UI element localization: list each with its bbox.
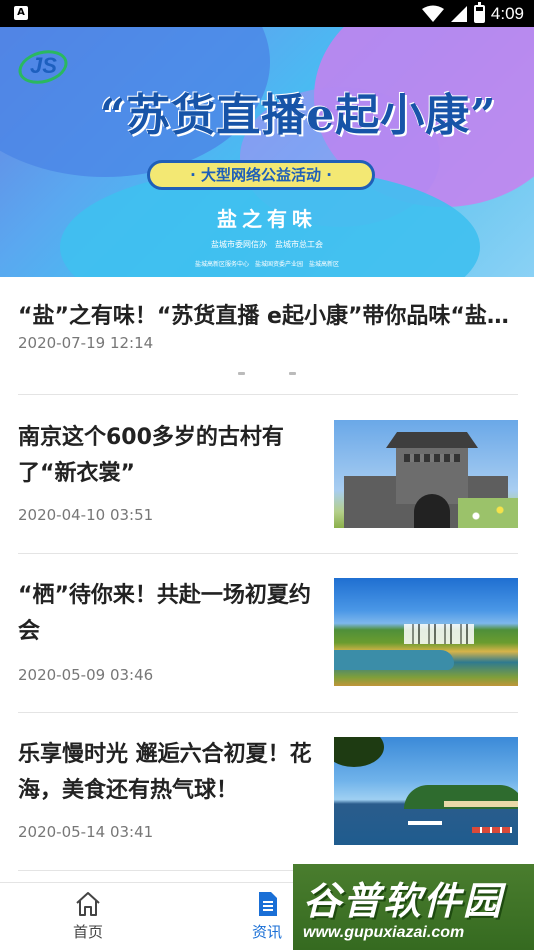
status-icons: 4:09 bbox=[421, 1, 524, 25]
news-item[interactable]: “栖”待你来！共赴一场初夏约会 2020-05-09 03:46 bbox=[18, 578, 518, 718]
banner-title: “苏货直播e起小康” bbox=[100, 90, 497, 141]
news-thumbnail bbox=[334, 737, 518, 845]
home-icon bbox=[76, 892, 100, 916]
news-time: 2020-04-10 03:51 bbox=[18, 506, 154, 524]
battery-icon bbox=[473, 1, 485, 23]
news-time: 2020-05-09 03:46 bbox=[18, 666, 154, 684]
status-time: 4:09 bbox=[490, 3, 524, 23]
divider bbox=[18, 553, 518, 554]
news-thumbnail bbox=[334, 420, 518, 528]
document-icon bbox=[259, 892, 277, 916]
notification-icon: A bbox=[14, 6, 28, 20]
divider bbox=[18, 712, 518, 713]
news-title: “栖”待你来！共赴一场初夏约会 bbox=[18, 583, 311, 644]
carousel-indicator bbox=[0, 372, 534, 375]
tab-home-label: 首页 bbox=[72, 923, 103, 941]
banner-carousel[interactable]: JS “苏货直播e起小康” · 大型网络公益活动 · 盐之有味 盐城市委网信办 … bbox=[0, 27, 534, 277]
banner-pill: · 大型网络公益活动 · bbox=[147, 160, 375, 190]
news-item[interactable]: 南京这个600多岁的古村有了“新衣裳” 2020-04-10 03:51 bbox=[18, 420, 518, 560]
wifi-icon bbox=[421, 5, 444, 22]
signal-icon bbox=[450, 5, 467, 22]
news-time: 2020-05-14 03:41 bbox=[18, 823, 154, 841]
carousel-dot[interactable] bbox=[238, 372, 245, 375]
featured-title[interactable]: “盐”之有味！“苏货直播 e起小康”带你品味“盐… bbox=[18, 298, 518, 330]
banner-sponsors: 盐城高新区服务中心 盐城国资委产业园 盐城高新区 bbox=[194, 261, 339, 268]
tab-news-label: 资讯 bbox=[251, 923, 282, 941]
watermark: 谷普软件园 www.gupuxiazai.com bbox=[293, 864, 534, 950]
status-bar: A 4:09 bbox=[0, 0, 534, 27]
watermark-title: 谷普软件园 bbox=[303, 879, 504, 923]
featured-time: 2020-07-19 12:14 bbox=[18, 334, 154, 352]
jiangsu-logo-icon: JS bbox=[14, 45, 80, 89]
divider bbox=[18, 394, 518, 395]
news-item[interactable]: 乐享慢时光 邂逅六合初夏！花海，美食还有热气球！ 2020-05-14 03:4… bbox=[18, 737, 518, 877]
news-title: 乐享慢时光 邂逅六合初夏！花海，美食还有热气球！ bbox=[18, 742, 312, 803]
carousel-dot[interactable] bbox=[289, 372, 296, 375]
news-thumbnail bbox=[334, 578, 518, 686]
tab-home[interactable]: 首页 bbox=[28, 889, 148, 942]
banner-subtitle: 盐之有味 bbox=[217, 207, 317, 231]
watermark-url: www.gupuxiazai.com bbox=[303, 924, 465, 941]
banner-organizers: 盐城市委网信办 盐城市总工会 bbox=[211, 240, 323, 249]
news-title: 南京这个600多岁的古村有了“新衣裳” bbox=[18, 425, 284, 486]
